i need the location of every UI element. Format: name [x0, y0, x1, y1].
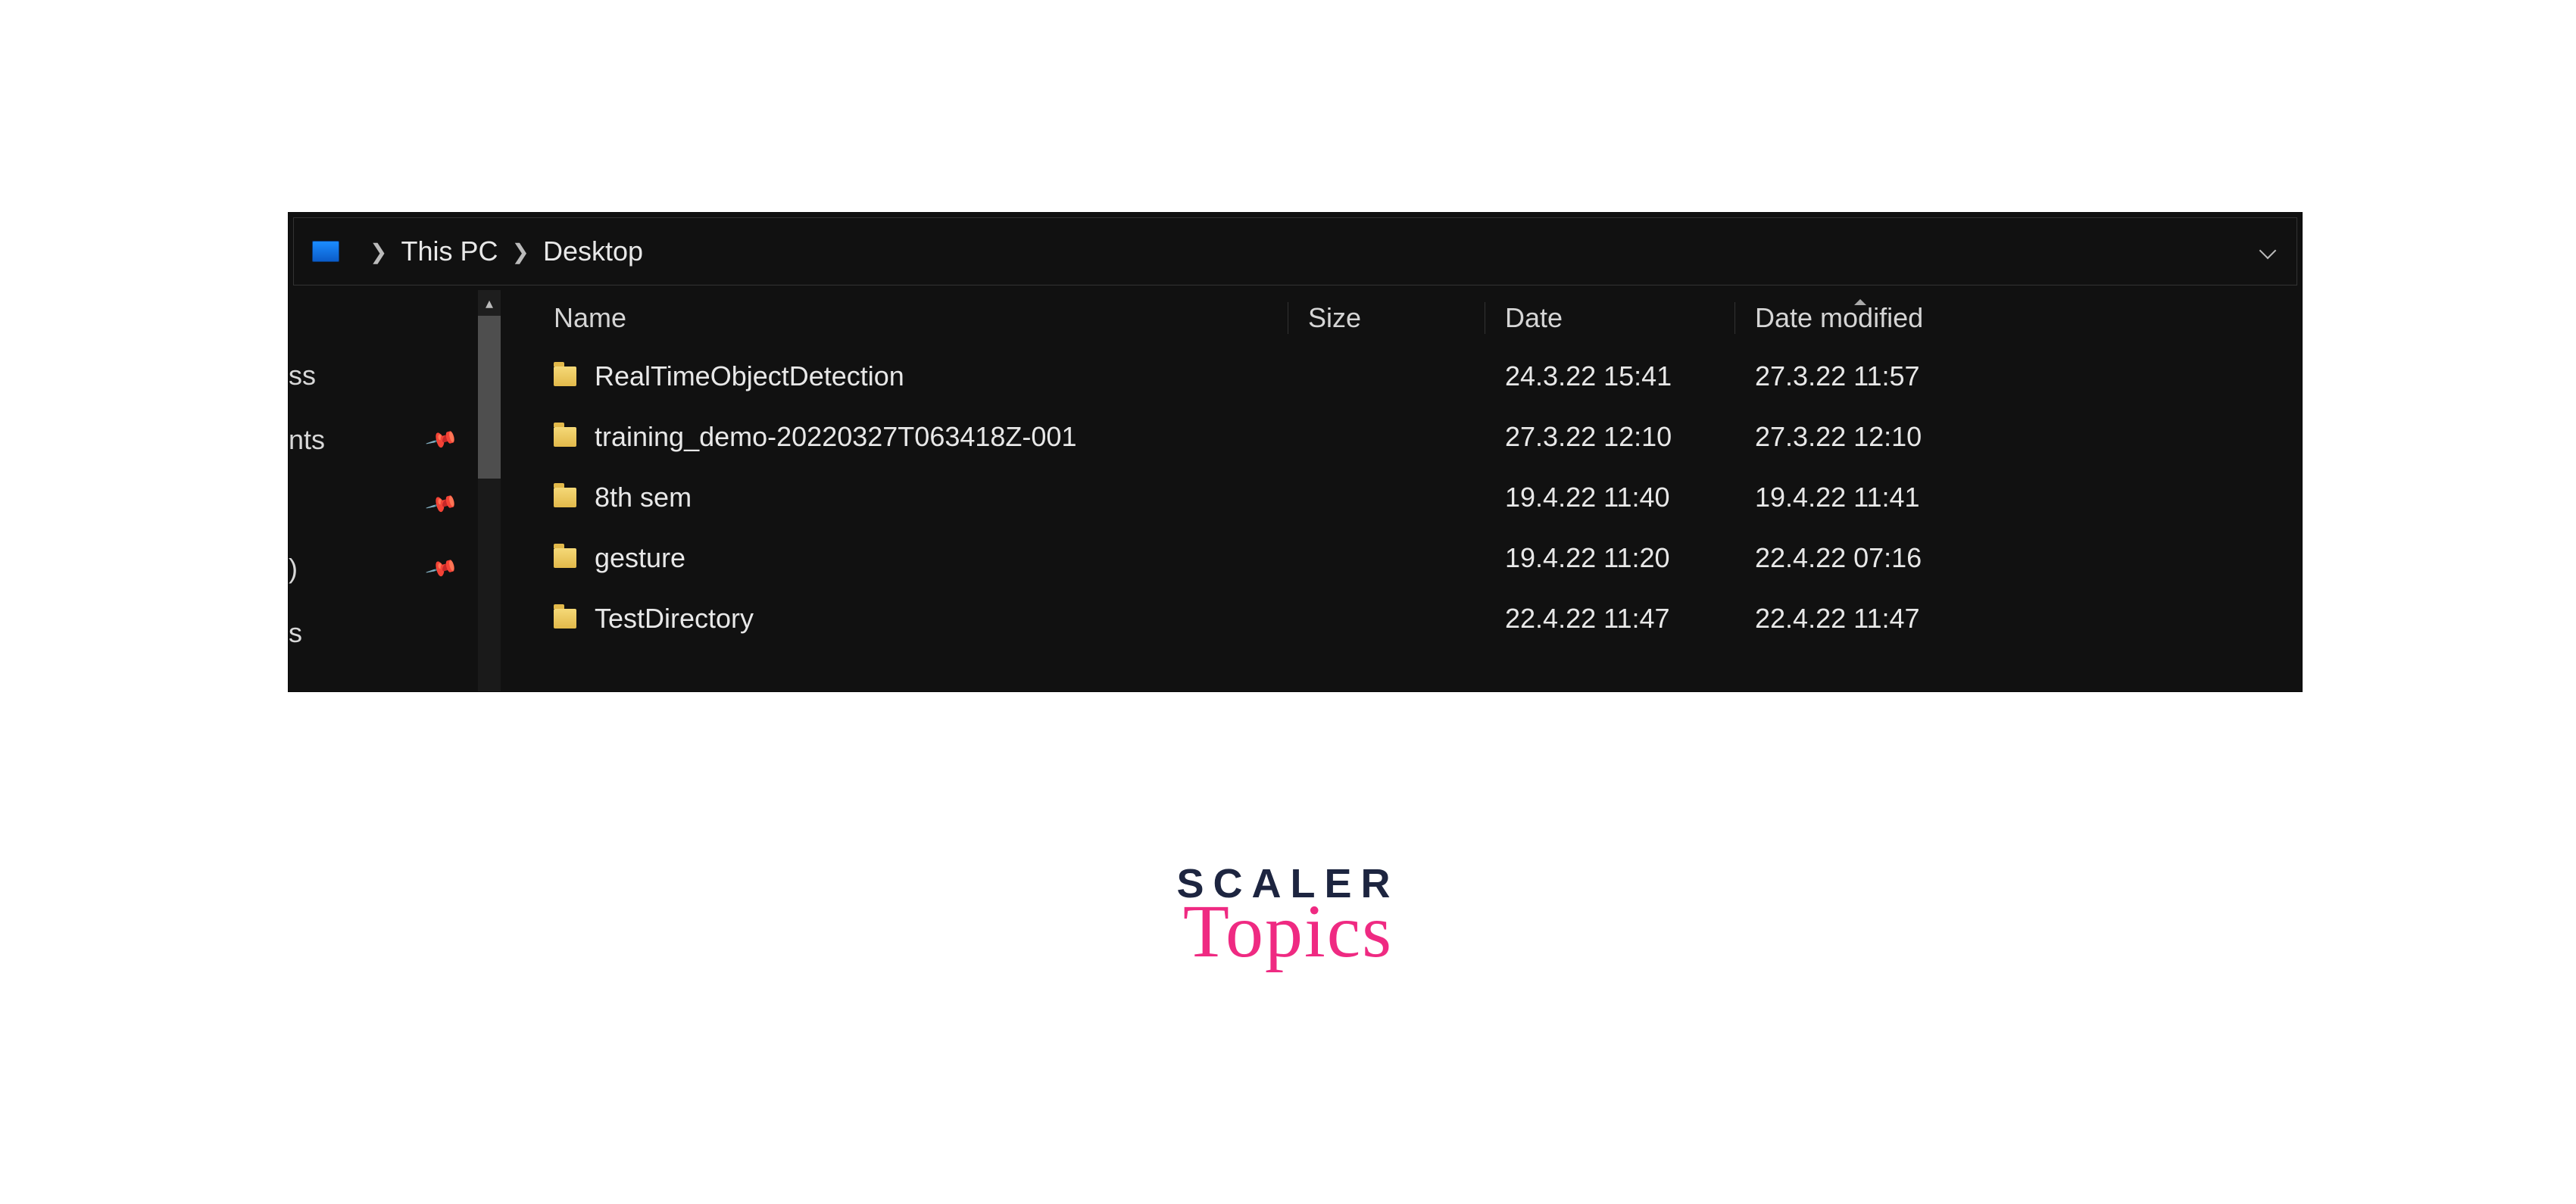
nav-item-label: ) [289, 553, 298, 585]
chevron-right-icon: ❯ [370, 239, 387, 264]
file-rows: RealTimeObjectDetection 24.3.22 15:41 27… [531, 346, 2302, 649]
file-modified: 27.3.22 11:57 [1735, 360, 1985, 392]
file-explorer-window: ❯ This PC ❯ Desktop ss nts 📌 📌 [288, 212, 2303, 692]
column-header-label: Date modified [1755, 302, 1923, 333]
nav-item[interactable]: ) 📌 [289, 536, 478, 600]
file-name: RealTimeObjectDetection [595, 360, 904, 392]
scaler-topics-logo: SCALER Topics [1176, 863, 1399, 969]
nav-item[interactable]: nts 📌 [289, 407, 478, 472]
list-item[interactable]: RealTimeObjectDetection 24.3.22 15:41 27… [531, 346, 2302, 407]
scroll-thumb[interactable] [478, 316, 501, 479]
file-name: gesture [595, 542, 685, 574]
brand-text-topics: Topics [1176, 894, 1399, 969]
breadcrumb-desktop[interactable]: Desktop [543, 235, 643, 267]
sort-ascending-icon [1854, 299, 1866, 305]
breadcrumb-this-pc[interactable]: This PC [401, 235, 498, 267]
list-item[interactable]: gesture 19.4.22 11:20 22.4.22 07:16 [531, 528, 2302, 588]
file-name: TestDirectory [595, 603, 754, 635]
file-list: Name Size Date Date modified RealTimeObj… [501, 290, 2302, 691]
file-modified: 27.3.22 12:10 [1735, 421, 1985, 453]
file-date: 19.4.22 11:40 [1485, 482, 1735, 513]
history-dropdown-icon[interactable] [2259, 242, 2278, 261]
nav-item-label: nts [289, 424, 325, 456]
folder-icon [554, 548, 576, 568]
nav-item[interactable]: 📌 [289, 472, 478, 536]
folder-icon [554, 609, 576, 629]
list-item[interactable]: TestDirectory 22.4.22 11:47 22.4.22 11:4… [531, 588, 2302, 649]
nav-item-label: ss [289, 360, 316, 391]
file-date: 24.3.22 15:41 [1485, 360, 1735, 392]
scroll-track[interactable] [478, 316, 501, 691]
pin-icon: 📌 [424, 486, 460, 521]
chevron-right-icon: ❯ [512, 239, 529, 264]
file-modified: 19.4.22 11:41 [1735, 482, 1985, 513]
pin-icon: 📌 [424, 422, 460, 457]
column-header-date-modified[interactable]: Date modified [1735, 302, 1985, 334]
this-pc-icon[interactable] [312, 241, 339, 262]
file-date: 22.4.22 11:47 [1485, 603, 1735, 635]
folder-icon [554, 488, 576, 507]
folder-icon [554, 427, 576, 447]
column-header-size[interactable]: Size [1288, 302, 1485, 334]
nav-scrollbar[interactable]: ▴ [478, 290, 501, 691]
pin-icon: 📌 [424, 551, 460, 585]
scroll-up-icon[interactable]: ▴ [478, 290, 501, 316]
column-header-date[interactable]: Date [1485, 302, 1735, 334]
address-bar[interactable]: ❯ This PC ❯ Desktop [293, 217, 2297, 285]
navigation-pane: ss nts 📌 📌 ) 📌 s [289, 290, 501, 691]
list-item[interactable]: 8th sem 19.4.22 11:40 19.4.22 11:41 [531, 467, 2302, 528]
folder-icon [554, 367, 576, 386]
file-date: 19.4.22 11:20 [1485, 542, 1735, 574]
nav-item[interactable]: ss [289, 343, 478, 407]
file-name: 8th sem [595, 482, 692, 513]
file-name: training_demo-20220327T063418Z-001 [595, 421, 1076, 453]
file-date: 27.3.22 12:10 [1485, 421, 1735, 453]
column-headers: Name Size Date Date modified [531, 290, 2302, 346]
column-header-name[interactable]: Name [531, 302, 1288, 334]
list-item[interactable]: training_demo-20220327T063418Z-001 27.3.… [531, 407, 2302, 467]
file-modified: 22.4.22 07:16 [1735, 542, 1985, 574]
nav-item[interactable]: s [289, 600, 478, 665]
file-modified: 22.4.22 11:47 [1735, 603, 1985, 635]
nav-item-label: s [289, 617, 302, 649]
